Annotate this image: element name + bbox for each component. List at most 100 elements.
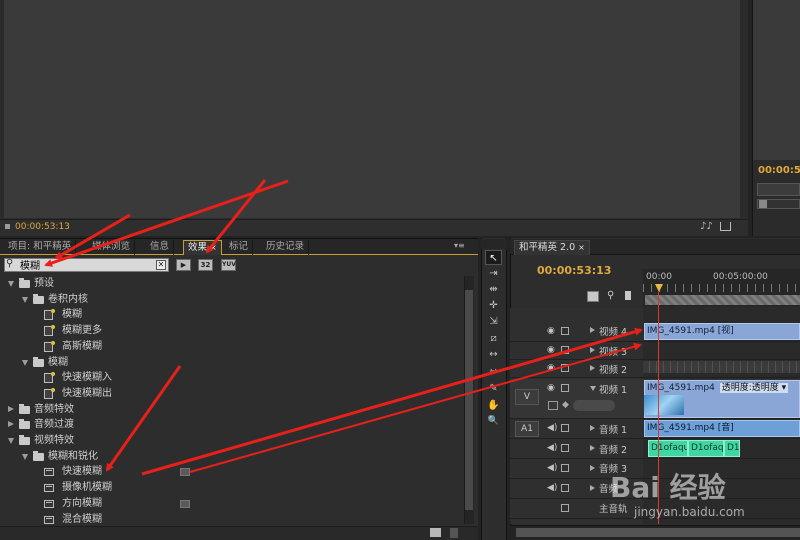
slide-tool-icon[interactable]: ⇿ [485, 364, 502, 379]
tab-effects[interactable]: 效果 × [183, 240, 222, 255]
track-select-tool-icon[interactable]: ⇥ [485, 266, 502, 281]
new-bin-icon[interactable] [430, 528, 441, 537]
panel-menu-icon[interactable]: ▾≡ [454, 241, 465, 250]
add-marker-icon[interactable]: ⚲ [607, 290, 614, 301]
snap-icon[interactable] [587, 291, 599, 302]
lock-icon[interactable] [561, 424, 569, 432]
tree-item-effect[interactable]: 快速模糊 [4, 464, 464, 480]
collapse-icon[interactable] [22, 359, 28, 366]
eye-icon[interactable]: ◉ [547, 345, 556, 355]
lock-icon[interactable] [561, 327, 569, 335]
playhead-handle[interactable] [655, 284, 663, 292]
lock-icon[interactable] [561, 364, 569, 372]
tree-item-folder[interactable]: 视频特效 [4, 433, 464, 449]
set-encore-marker-icon[interactable] [625, 291, 631, 300]
timeline-scrollbar-thumb[interactable] [516, 528, 800, 537]
rate-stretch-tool-icon[interactable]: ⇲ [485, 314, 502, 329]
expand-track-icon[interactable] [590, 347, 595, 353]
tab-sequence[interactable]: 和平精英 2.0 × [514, 240, 590, 255]
tree-item-preset[interactable]: 模糊 [4, 307, 464, 323]
expand-track-icon[interactable] [590, 485, 595, 491]
clip-video-4[interactable]: IMG_4591.mp4 [视] [644, 323, 800, 340]
eye-icon[interactable]: ◉ [547, 383, 556, 393]
expand-track-icon[interactable] [590, 365, 595, 371]
lock-icon[interactable] [561, 444, 569, 452]
tab-markers[interactable]: 标记 [225, 240, 254, 255]
collapse-icon[interactable] [22, 296, 28, 303]
razor-tool-icon[interactable]: ⧄ [485, 331, 502, 346]
collapse-track-icon[interactable] [590, 386, 596, 391]
opacity-dropdown[interactable]: 透明度:透明度 ▾ [719, 383, 789, 393]
tree-item-preset[interactable]: 模糊更多 [4, 323, 464, 339]
collapse-icon[interactable] [8, 438, 14, 444]
tree-item-folder[interactable]: 音频特效 [4, 402, 464, 418]
speaker-icon[interactable]: ◀) [547, 423, 557, 433]
ripple-edit-tool-icon[interactable]: ⇹ [485, 282, 502, 297]
source-timecode[interactable]: 00:00:53:13 [15, 222, 70, 232]
eye-icon[interactable]: ◉ [547, 326, 556, 336]
tree-item-folder[interactable]: 预设 [4, 276, 464, 292]
tab-info[interactable]: 信息 [146, 240, 175, 255]
slip-tool-icon[interactable]: ↔ [485, 347, 502, 362]
collapse-icon[interactable] [22, 453, 28, 460]
tab-history[interactable]: 历史记录 [262, 240, 310, 255]
effects-search-input[interactable] [20, 258, 155, 271]
audio-waveform-icon[interactable]: ♪♪ [700, 221, 713, 232]
zoom-tool-icon[interactable]: 🔍 [485, 414, 502, 429]
marker-icon[interactable] [5, 224, 10, 229]
tree-item-preset[interactable]: 快速模糊出 [4, 386, 464, 402]
selection-tool-icon[interactable]: ↖ [485, 250, 502, 265]
expand-icon[interactable] [8, 421, 14, 428]
tree-item-effect[interactable]: 方向模糊 [4, 496, 464, 512]
source-patch-v[interactable]: V [515, 389, 539, 405]
yuv-effects-button[interactable]: YUV [221, 259, 236, 271]
tree-item-folder[interactable]: 卷积内核 [4, 292, 464, 308]
tree-item-preset[interactable]: 快速模糊入 [4, 370, 464, 386]
32bit-effects-button[interactable]: 32 [198, 259, 213, 271]
tree-item-folder[interactable]: 音频过渡 [4, 417, 464, 433]
speaker-icon[interactable]: ◀) [547, 483, 557, 493]
source-patch-a1[interactable]: A1 [515, 421, 539, 437]
lock-icon[interactable] [561, 484, 569, 492]
work-area-bar[interactable] [645, 295, 800, 305]
lock-icon[interactable] [561, 346, 569, 354]
clip-audio-2b[interactable]: D1ofaqu [688, 440, 724, 457]
speaker-icon[interactable]: ◀) [547, 463, 557, 473]
clip-audio-2a[interactable]: D1ofaqu [648, 440, 688, 457]
program-zoom-bar[interactable] [757, 183, 800, 196]
export-frame-icon[interactable] [720, 222, 731, 231]
timeline-timecode[interactable]: 00:00:53:13 [537, 264, 611, 277]
tree-item-preset[interactable]: 高斯模糊 [4, 339, 464, 355]
expand-icon[interactable] [8, 405, 14, 412]
expand-track-icon[interactable] [590, 327, 595, 333]
rolling-edit-tool-icon[interactable]: ✛ [485, 298, 502, 313]
hand-tool-icon[interactable]: ✋ [485, 398, 502, 413]
close-icon[interactable]: × [210, 243, 217, 252]
accelerated-effects-button[interactable]: ▶ [176, 259, 191, 271]
keyframe-nav-icon[interactable]: ◆ [562, 400, 569, 410]
expand-track-icon[interactable] [590, 445, 595, 451]
lock-icon[interactable] [561, 464, 569, 472]
lock-icon[interactable] [561, 384, 569, 392]
expand-track-icon[interactable] [590, 425, 595, 431]
lock-icon[interactable] [561, 504, 569, 512]
eye-icon[interactable]: ◉ [547, 363, 556, 373]
program-scroll-thumb[interactable] [759, 200, 767, 208]
clear-search-icon[interactable]: ✕ [156, 260, 166, 270]
source-monitor-viewport[interactable] [4, 0, 740, 218]
tree-item-effect[interactable]: 摄像机模糊 [4, 480, 464, 496]
tab-project[interactable]: 项目: 和平精英 [4, 240, 77, 255]
clip-audio-1[interactable]: IMG_4591.mp4 [音] [644, 420, 800, 437]
display-style-icon[interactable] [548, 401, 558, 410]
expand-track-icon[interactable] [590, 465, 595, 471]
tree-item-effect[interactable]: 混合模糊 [4, 512, 464, 527]
tree-item-folder[interactable]: 模糊和锐化 [4, 449, 464, 465]
program-timecode[interactable]: 00:00:53 [758, 165, 800, 176]
collapse-icon[interactable] [8, 281, 14, 287]
pen-tool-icon[interactable]: ✎ [485, 381, 502, 396]
trash-icon[interactable] [450, 528, 458, 538]
speaker-icon[interactable]: ◀) [547, 443, 557, 453]
close-icon[interactable]: × [578, 243, 585, 252]
effects-scrollbar-thumb[interactable] [465, 290, 473, 510]
source-monitor-timebar[interactable] [0, 219, 748, 236]
